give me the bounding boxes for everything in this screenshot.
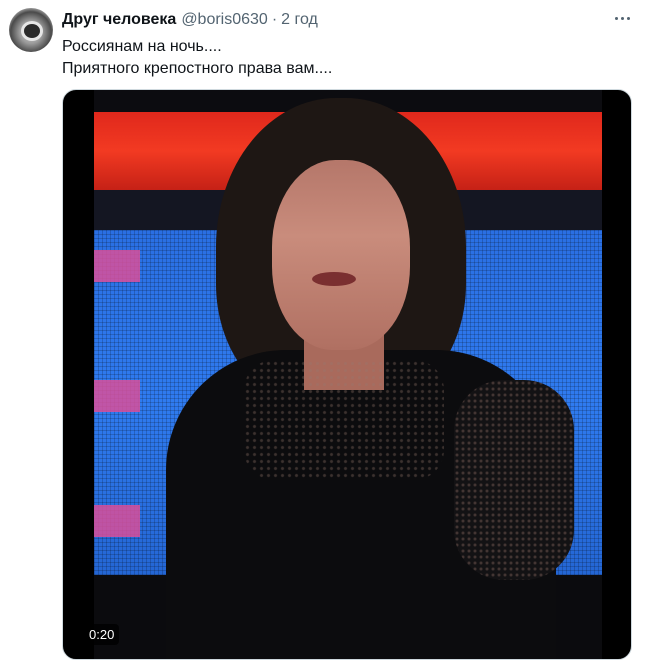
video-frame[interactable] — [94, 90, 602, 659]
tweet-text-line: Россиянам на ночь.... — [62, 38, 222, 55]
more-horizontal-icon — [614, 16, 618, 20]
person-face — [272, 160, 410, 350]
separator-dot: · — [271, 11, 278, 28]
user-handle[interactable]: @boris0630 — [181, 10, 268, 30]
person-arm — [454, 380, 574, 580]
more-options-button[interactable] — [608, 7, 636, 29]
video-duration-badge: 0:20 — [84, 624, 120, 645]
tweet[interactable]: Друг человека @boris0630 · 2 год Россиян… — [0, 0, 651, 663]
tweet-header: Друг человека @boris0630 · 2 год — [62, 10, 318, 30]
video-player[interactable]: 0:20 — [62, 89, 632, 660]
avatar-image — [24, 24, 40, 38]
avatar[interactable] — [9, 8, 53, 52]
tweet-text-line: Приятного крепостного права вам.... — [62, 60, 333, 77]
tweet-timestamp[interactable]: 2 год — [281, 10, 318, 30]
display-name[interactable]: Друг человека — [62, 10, 176, 30]
lace-pattern — [244, 360, 444, 480]
tweet-text: Россиянам на ночь.... Приятного крепостн… — [62, 36, 332, 80]
